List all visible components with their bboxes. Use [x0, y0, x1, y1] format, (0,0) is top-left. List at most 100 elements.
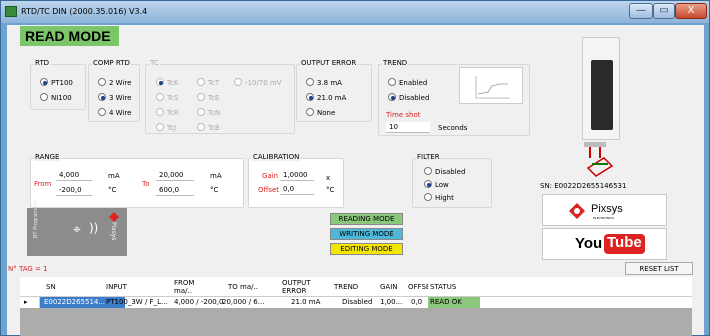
- col-input[interactable]: INPUT: [106, 283, 127, 291]
- row-header[interactable]: ▸: [20, 297, 40, 308]
- rtd-ni100-radio[interactable]: NI100: [40, 93, 72, 102]
- tcs-radio[interactable]: TcS: [156, 93, 178, 102]
- range-to-c-unit: °C: [210, 186, 219, 194]
- bt-programmer-image: BT Programmer ⌖ )) Pixsys: [27, 199, 127, 256]
- tck-label: TcK: [167, 79, 179, 87]
- youtube-logo-you: You: [575, 235, 603, 252]
- rtd-pt100-radio[interactable]: PT100: [40, 78, 73, 87]
- radio-dot-icon: [424, 180, 432, 188]
- close-button[interactable]: X: [675, 3, 707, 19]
- comp-3wire-radio[interactable]: 3 Wire: [98, 93, 131, 102]
- tcr-label: TcR: [167, 109, 179, 117]
- reading-mode-button[interactable]: READING MODE: [330, 213, 403, 225]
- tce-radio[interactable]: TcE: [197, 93, 219, 102]
- editing-mode-button[interactable]: EDITING MODE: [330, 243, 403, 255]
- cell-offset[interactable]: 0,0: [411, 298, 422, 306]
- cell-trend[interactable]: Disabled: [342, 298, 372, 306]
- radio-dot-icon: [98, 93, 106, 101]
- tag-table: SN INPUT FROM ma/.. TO ma/.. OUTPUT ERRO…: [20, 277, 692, 336]
- gain-input[interactable]: 1,0000: [280, 170, 314, 181]
- cell-from[interactable]: 4,000 / -200,0: [174, 298, 223, 306]
- bt-programmer-label: BT Programmer: [33, 198, 39, 238]
- col-to[interactable]: TO ma/..: [228, 283, 258, 291]
- cell-to[interactable]: 20,000 / 6...: [222, 298, 264, 306]
- window-title: RTD/TC DIN (2000.35.016) V3.4: [21, 7, 148, 16]
- filter-label: FILTER: [416, 153, 441, 161]
- filter-low-label: Low: [435, 181, 449, 189]
- rtd-ni100-label: NI100: [51, 94, 72, 102]
- offset-input[interactable]: 0,0: [280, 184, 314, 195]
- trend-enabled-label: Enabled: [399, 79, 428, 87]
- col-status[interactable]: STATUS: [430, 283, 456, 291]
- radio-dot-icon: [156, 123, 164, 131]
- time-shot-label: Time shot: [386, 111, 421, 119]
- pixsys-logo-subtext: ELECTRONICS: [593, 216, 614, 220]
- cell-input[interactable]: PT100_3W / F_L...: [106, 298, 168, 306]
- writing-mode-button[interactable]: WRITING MODE: [330, 228, 403, 240]
- mv-radio[interactable]: -10/70 mV: [234, 78, 282, 87]
- col-offset[interactable]: OFFSET: [408, 283, 428, 291]
- trend-chart-icon: [459, 67, 523, 104]
- tcn-radio[interactable]: TcN: [197, 108, 220, 117]
- youtube-logo-button[interactable]: You Tube: [542, 228, 667, 260]
- cell-gain[interactable]: 1,00...: [380, 298, 402, 306]
- radio-dot-icon: [306, 78, 314, 86]
- tcj-radio[interactable]: TcJ: [156, 123, 176, 132]
- radio-dot-icon: [197, 93, 205, 101]
- radio-dot-icon: [98, 108, 106, 116]
- comp-2wire-radio[interactable]: 2 Wire: [98, 78, 131, 87]
- col-gain[interactable]: GAIN: [380, 283, 398, 291]
- radio-dot-icon: [197, 108, 205, 116]
- gain-label: Gain: [262, 172, 279, 180]
- tce-label: TcE: [208, 94, 220, 102]
- minimize-button[interactable]: —: [629, 3, 653, 19]
- trend-label: TREND: [382, 59, 409, 67]
- cell-status[interactable]: READ OK: [430, 298, 462, 306]
- trend-disabled-radio[interactable]: Disabled: [388, 93, 429, 102]
- tc-label: TC: [149, 59, 160, 67]
- trend-disabled-label: Disabled: [399, 94, 430, 102]
- radio-dot-icon: [40, 93, 48, 101]
- filter-disabled-radio[interactable]: Disabled: [424, 167, 465, 176]
- comp-2wire-label: 2 Wire: [109, 79, 132, 87]
- comp-4wire-radio[interactable]: 4 Wire: [98, 108, 131, 117]
- radio-dot-icon: [98, 78, 106, 86]
- table-row[interactable]: ▸ E0022D265514... PT100_3W / F_L... 4,00…: [20, 297, 692, 308]
- maximize-button[interactable]: ▭: [653, 3, 675, 19]
- filter-low-radio[interactable]: Low: [424, 180, 449, 189]
- reset-list-button[interactable]: RESET LIST: [625, 262, 693, 275]
- bt-programmer-brand: Pixsys: [110, 222, 117, 241]
- err-none-radio[interactable]: None: [306, 108, 335, 117]
- col-trend[interactable]: TREND: [334, 283, 358, 291]
- wiring-symbol-icon: [584, 142, 614, 177]
- table-header: SN INPUT FROM ma/.. TO ma/.. OUTPUT ERRO…: [20, 277, 692, 297]
- err-21ma-radio[interactable]: 21.0 mA: [306, 93, 346, 102]
- col-from[interactable]: FROM ma/..: [174, 279, 208, 295]
- pixsys-logo-text: Pixsys: [591, 203, 623, 215]
- filter-hight-radio[interactable]: Hight: [424, 193, 454, 202]
- radio-dot-icon: [306, 93, 314, 101]
- cell-sn[interactable]: E0022D265514...: [44, 298, 105, 306]
- tcr-radio[interactable]: TcR: [156, 108, 179, 117]
- tck-radio[interactable]: TcK: [156, 78, 179, 87]
- row-selected-icon: ▸: [24, 298, 28, 306]
- range-from-c-input[interactable]: -200,0: [56, 185, 92, 196]
- tag-count: N° TAG = 1: [8, 265, 48, 273]
- range-from-ma-input[interactable]: 4,000: [56, 170, 92, 181]
- cell-output-error[interactable]: 21.0 mA: [291, 298, 320, 306]
- tcb-radio[interactable]: TcB: [197, 123, 220, 132]
- trend-enabled-radio[interactable]: Enabled: [388, 78, 427, 87]
- range-from-ma-unit: mA: [108, 172, 120, 180]
- gain-unit: x: [326, 174, 331, 182]
- range-group: [30, 158, 244, 208]
- col-output-error[interactable]: OUTPUT ERROR: [282, 279, 322, 295]
- range-to-c-input[interactable]: 600,0: [156, 185, 194, 196]
- tcb-label: TcB: [208, 124, 220, 132]
- tct-radio[interactable]: TcT: [197, 78, 219, 87]
- col-sn[interactable]: SN: [46, 283, 56, 291]
- err-38ma-radio[interactable]: 3.8 mA: [306, 78, 342, 87]
- pixsys-logo-button[interactable]: Pixsys ELECTRONICS: [542, 194, 667, 226]
- range-to-ma-input[interactable]: 20,000: [156, 170, 194, 181]
- time-shot-input[interactable]: 10: [386, 122, 430, 133]
- err-none-label: None: [317, 109, 336, 117]
